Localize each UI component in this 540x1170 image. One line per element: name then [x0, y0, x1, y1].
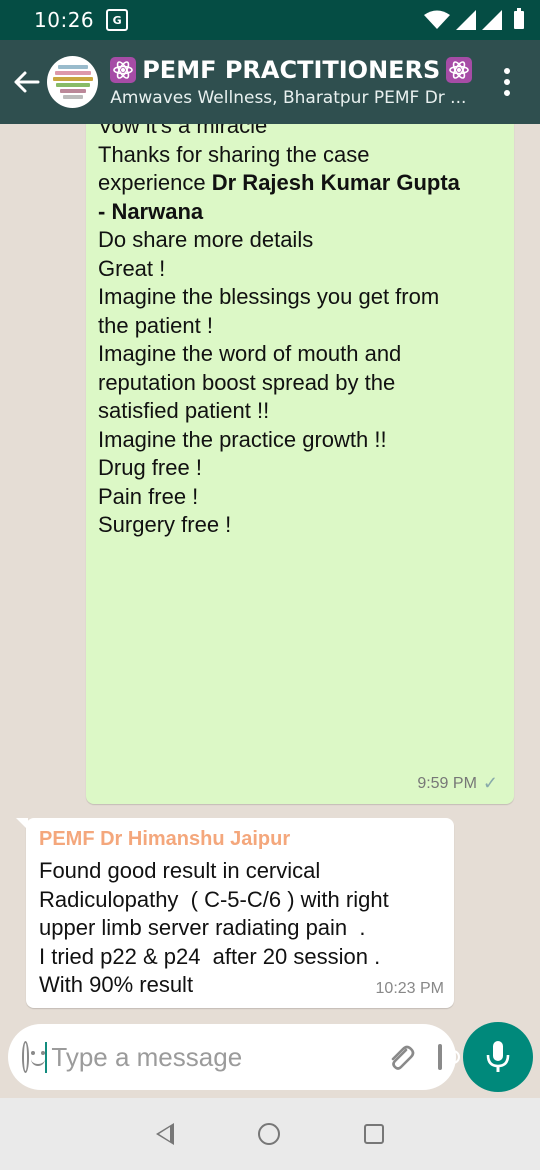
- message-meta: 9:59 PM ✓: [417, 773, 498, 794]
- more-vertical-icon: [504, 68, 511, 74]
- message-input[interactable]: [45, 1041, 387, 1073]
- signal-icon: [456, 10, 476, 30]
- group-avatar[interactable]: [47, 56, 99, 108]
- status-icons: [424, 8, 524, 30]
- incoming-message[interactable]: PEMF Dr Himanshu Jaipur Found good resul…: [16, 818, 454, 1008]
- back-button[interactable]: [6, 52, 45, 112]
- outgoing-message[interactable]: Vow it's a miracle Thanks for sharing th…: [86, 124, 514, 804]
- battery-icon: [514, 8, 524, 29]
- message-text: Vow it's a miracle Thanks for sharing th…: [98, 124, 460, 537]
- message-text: Found good result in cervical Radiculopa…: [39, 858, 389, 997]
- voice-record-button[interactable]: [463, 1022, 533, 1092]
- atom-emoji-icon: [446, 57, 473, 83]
- chat-info[interactable]: PEMF PRACTITIONERS Amwaves Wellness, Bha…: [110, 56, 492, 108]
- more-options-button[interactable]: [493, 68, 522, 96]
- attach-button[interactable]: [386, 1040, 416, 1074]
- chat-area[interactable]: Vow it's a miracle Thanks for sharing th…: [0, 124, 540, 1016]
- chat-title: PEMF PRACTITIONERS: [110, 56, 492, 84]
- atom-emoji-icon: [110, 57, 137, 83]
- translate-icon: G: [106, 9, 129, 31]
- sender-name[interactable]: PEMF Dr Himanshu Jaipur: [39, 828, 440, 851]
- system-nav-bar: [0, 1098, 540, 1170]
- mentioned-name: Dr Rajesh Kumar Gupta: [211, 170, 460, 195]
- chat-header: PEMF PRACTITIONERS Amwaves Wellness, Bha…: [0, 40, 540, 124]
- status-bar: 10:26 G: [0, 0, 540, 40]
- chat-participants: Amwaves Wellness, Bharatpur PEMF Dr ...: [110, 88, 467, 108]
- composer: [0, 1016, 540, 1098]
- nav-back-icon[interactable]: [156, 1123, 174, 1145]
- message-time: 10:23 PM: [375, 980, 444, 997]
- paperclip-icon: [392, 1045, 415, 1070]
- chat-title-text: PEMF PRACTITIONERS: [142, 56, 441, 84]
- nav-home-icon[interactable]: [258, 1123, 280, 1145]
- arrow-left-icon: [14, 71, 40, 93]
- message-time: 9:59 PM: [417, 774, 477, 792]
- wifi-icon: [424, 10, 450, 29]
- signal-icon-2: [482, 10, 502, 30]
- message-input-container: [8, 1024, 459, 1090]
- nav-recents-icon[interactable]: [364, 1124, 384, 1144]
- mic-icon: [486, 1041, 510, 1072]
- camera-icon[interactable]: [438, 1044, 459, 1070]
- emoji-icon[interactable]: [22, 1041, 47, 1073]
- status-time: 10:26: [34, 8, 95, 32]
- sent-tick-icon: ✓: [482, 773, 498, 793]
